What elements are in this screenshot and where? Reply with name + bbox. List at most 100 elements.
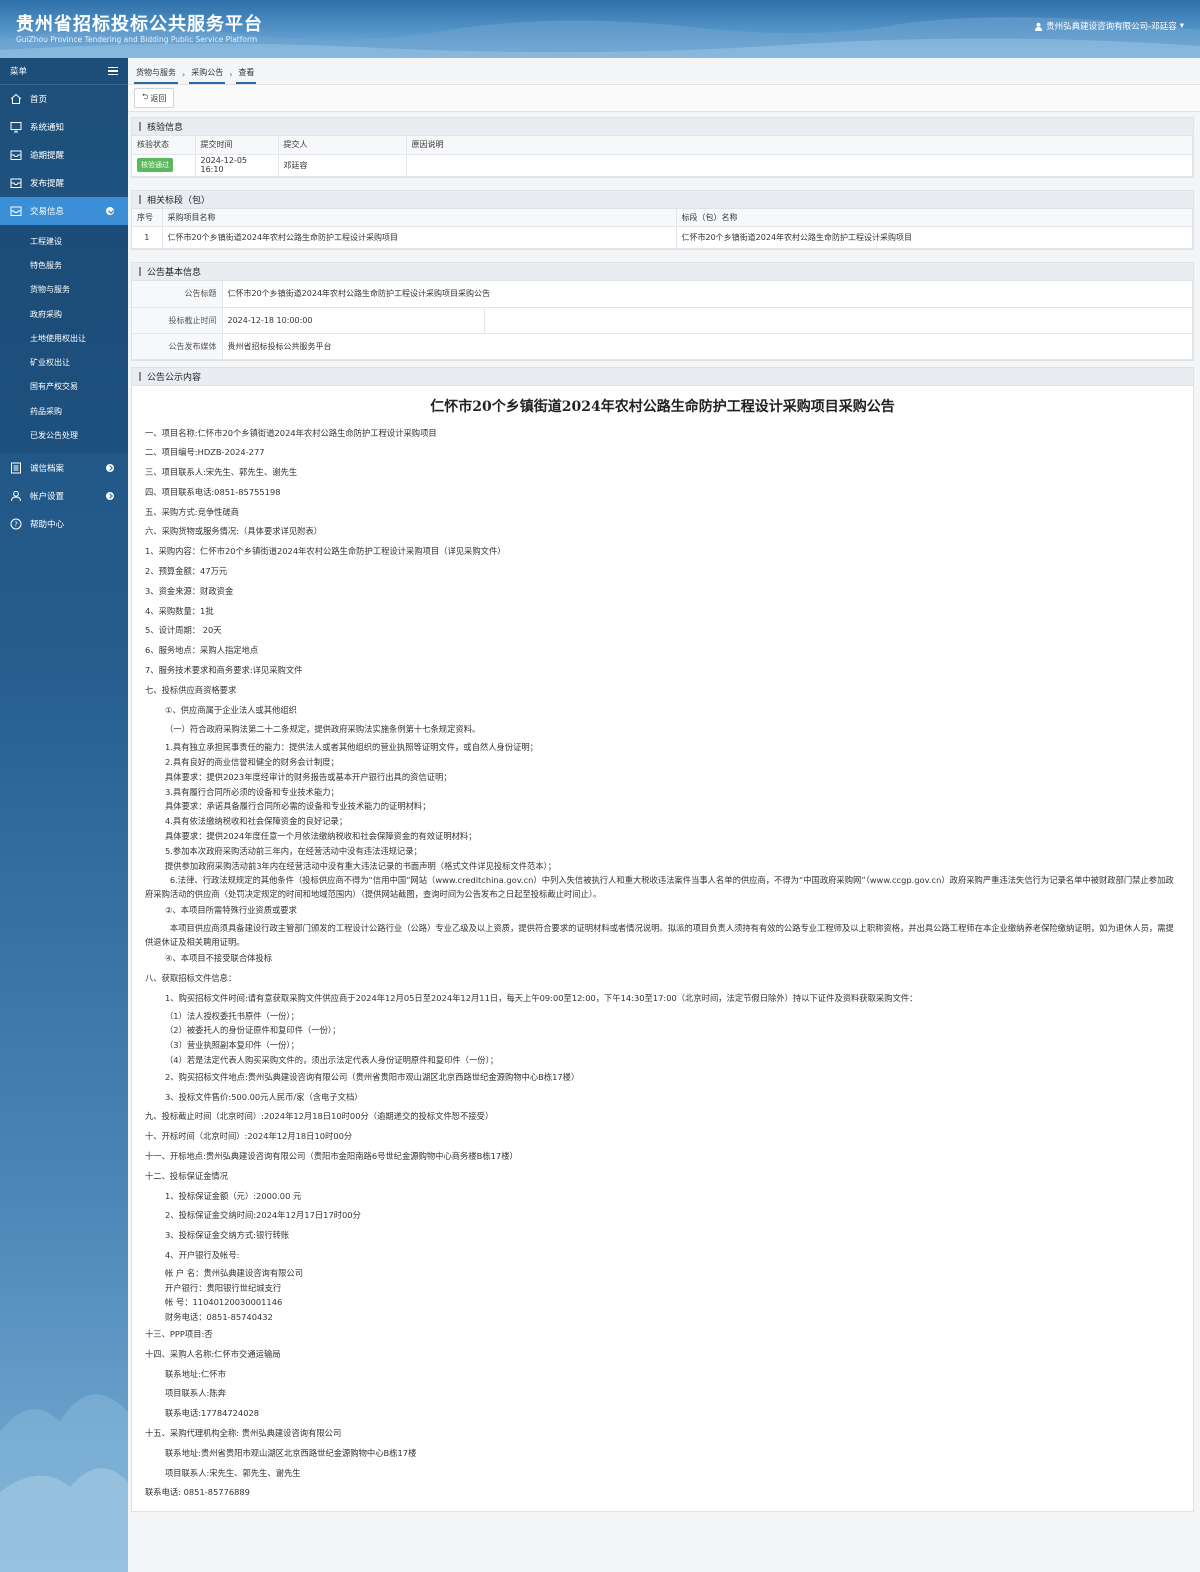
announcement-line: 2、购买招标文件地点:贵州弘典建设咨询有限公司（贵州省贵阳市观山湖区北京西路世纪… <box>165 1071 580 1082</box>
chevron-right-icon <box>106 491 114 500</box>
publish-media: 贵州省招标投标公共服务平台 <box>222 333 1193 360</box>
bid-deadline: 2024-12-18 10:00:00 <box>222 307 485 334</box>
back-button-label: 返回 <box>150 93 167 103</box>
sidebar-item-label: 诚信档案 <box>30 463 65 474</box>
announcement-line: 3、投标文件售价:500.00元人民币/家（含电子文档） <box>165 1091 363 1102</box>
field-label: 公告标题 <box>132 281 223 308</box>
column-header: 标段（包）名称 <box>676 208 1193 227</box>
inbox-icon <box>10 150 22 160</box>
panel-title: 公告公示内容 <box>132 367 1193 386</box>
sections-panel: 相关标段（包） 序号 采购项目名称 标段（包）名称 1 仁怀市20个乡镇街道20… <box>131 189 1194 250</box>
document-title: 仁怀市20个乡镇街道2024年农村公路生命防护工程设计采购项目采购公告 <box>430 398 895 415</box>
breadcrumb-item[interactable]: 采购公告 <box>189 67 226 84</box>
breadcrumb: 货物与服务 › 采购公告 › 查看 <box>128 58 1200 84</box>
announcement-line: 五、采购方式:竞争性磋商 <box>145 506 240 517</box>
empty-cell <box>484 307 1193 334</box>
submenu-item[interactable]: 工程建设 <box>0 229 128 253</box>
announcement-line: 十四、采购人名称:仁怀市交通运输局 <box>145 1348 281 1359</box>
sidebar-item-label: 帮助中心 <box>30 519 65 530</box>
announcement-line: 三、项目联系人:宋先生、郭先生、谢先生 <box>145 467 298 478</box>
announcement-line: （4）若是法定代表人购买采购文件的，须出示法定代表人身份证明原件和复印件（一份）… <box>165 1055 499 1065</box>
submenu-item[interactable]: 矿业权出让 <box>0 350 128 374</box>
announcement-line: 十一、开标地点:贵州弘典建设咨询有限公司（贵阳市金阳南路6号世纪金源购物中心商务… <box>145 1150 518 1161</box>
announcement-line: 3、投标保证金交纳方式:银行转账 <box>165 1230 290 1241</box>
announcement-line: 提供参加政府采购活动前3年内在经营活动中没有重大违法记录的书面声明（格式文件详见… <box>165 860 557 871</box>
announcement-body: 仁怀市20个乡镇街道2024年农村公路生命防护工程设计采购项目采购公告 一、项目… <box>132 386 1193 1512</box>
review-panel: 核验信息 核验状态 提交时间 提交人 原因说明 核验通过 2024-12-05 … <box>131 117 1194 178</box>
submenu-item[interactable]: 国有产权交易 <box>0 375 128 399</box>
announcement-line: 1、投标保证金额（元）:2000.00 元 <box>165 1190 302 1201</box>
sidebar-item-home[interactable]: 首页 <box>0 85 128 113</box>
submenu-trade-info: 工程建设 特色服务 货物与服务 政府采购 土地使用权出让 矿业权出让 国有产权交… <box>0 225 128 454</box>
announcement-line: 1、购买招标文件时间:请有意获取采购文件供应商于2024年12月05日至2024… <box>165 992 918 1003</box>
sidebar-item-overdue[interactable]: 逾期提醒 <box>0 141 128 169</box>
announcement-line: 八、获取招标文件信息： <box>145 973 237 984</box>
inbox-icon <box>10 206 22 216</box>
submenu-item[interactable]: 药品采购 <box>0 399 128 423</box>
announcement-line: 4.具有依法缴纳税收和社会保障资金的良好记录； <box>165 816 348 827</box>
sidebar-item-credit[interactable]: 诚信档案 <box>0 454 128 482</box>
sidebar: 菜单 首页 系统通知 逾期提醒 发布提醒 交易信息 工程建设 特色服务 货物与服… <box>0 58 128 1572</box>
sidebar-item-trade-info[interactable]: 交易信息 <box>0 197 128 225</box>
announcement-line: 开户银行：贵阳银行世纪城支行 <box>165 1282 282 1293</box>
back-button[interactable]: ⮌ 返回 <box>134 88 175 108</box>
breadcrumb-item[interactable]: 货物与服务 <box>134 67 178 84</box>
announcement-line: （3）营业执照副本复印件（一份）； <box>165 1040 299 1051</box>
toolbar: ⮌ 返回 <box>128 84 1200 112</box>
home-icon <box>10 93 22 104</box>
column-header: 原因说明 <box>406 136 1193 155</box>
menu-toggle-icon[interactable] <box>108 67 118 75</box>
announcement-line: 具体要求：承诺具备履行合同所必需的设备和专业技术能力的证明材料； <box>165 801 431 812</box>
announcement-line: 6、服务地点：采购人指定地点 <box>145 645 259 656</box>
project-name: 仁怀市20个乡镇街道2024年农村公路生命防护工程设计采购项目 <box>162 226 677 249</box>
submenu-item[interactable]: 货物与服务 <box>0 278 128 302</box>
announcement-line: ④、本项目不接受联合体投标 <box>165 953 273 964</box>
sidebar-item-label: 发布提醒 <box>30 179 65 189</box>
platform-title: 贵州省招标投标公共服务平台 <box>16 14 263 35</box>
submenu-item[interactable]: 政府采购 <box>0 302 128 326</box>
announcement-line: 二、项目编号:HDZB-2024-277 <box>145 447 265 458</box>
announcement-line: 七、投标供应商资格要求 <box>145 684 237 695</box>
announcement-line: （1）法人授权委托书原件（一份）； <box>165 1010 299 1021</box>
sidebar-item-notice[interactable]: 系统通知 <box>0 113 128 141</box>
user-menu[interactable]: 贵州弘典建设咨询有限公司-邓廷容 ▾ <box>1034 20 1184 32</box>
section-name: 仁怀市20个乡镇街道2024年农村公路生命防护工程设计采购项目 <box>676 226 1193 249</box>
sidebar-item-help[interactable]: ? 帮助中心 <box>0 510 128 538</box>
sidebar-landscape-decoration <box>0 1394 128 1572</box>
announcement-lines: 一、项目名称:仁怀市20个乡镇街道2024年农村公路生命防护工程设计采购项目 二、… <box>145 424 1180 1504</box>
announcement-line: 四、项目联系电话:0851-85755198 <box>145 486 281 497</box>
announcement-line: 5、设计周期： 20天 <box>145 625 222 636</box>
chevron-right-icon <box>106 463 114 472</box>
announcement-content-panel: 公告公示内容 仁怀市20个乡镇街道2024年农村公路生命防护工程设计采购项目采购… <box>131 366 1194 1513</box>
sidebar-item-label: 系统通知 <box>30 123 65 133</box>
user-icon <box>1035 22 1043 31</box>
list-icon <box>11 462 21 474</box>
breadcrumb-separator: › <box>182 70 186 79</box>
submenu-item[interactable]: 土地使用权出让 <box>0 326 128 350</box>
sidebar-item-label: 交易信息 <box>30 207 65 217</box>
back-icon: ⮌ <box>142 92 149 101</box>
announcement-line: 1.具有独立承担民事责任的能力：提供法人或者其他组织的营业执照等证明文件，或自然… <box>165 742 538 753</box>
announcement-line: 帐 号：11040120030001146 <box>165 1297 283 1308</box>
announcement-title: 仁怀市20个乡镇街道2024年农村公路生命防护工程设计采购项目采购公告 <box>222 281 1193 308</box>
reason <box>406 154 1193 177</box>
user-name: 贵州弘典建设咨询有限公司-邓廷容 <box>1046 22 1177 32</box>
announcement-line: 具体要求：提供2023年度经审计的财务报告或基本开户银行出具的资信证明； <box>165 771 452 782</box>
announcement-line: 六、采购货物或服务情况:（具体要求详见附表） <box>145 526 323 537</box>
breadcrumb-separator: › <box>229 70 233 79</box>
sections-table: 序号 采购项目名称 标段（包）名称 1 仁怀市20个乡镇街道2024年农村公路生… <box>132 208 1193 249</box>
announcement-line: 联系地址:贵州省贵阳市观山湖区北京西路世纪金源购物中心B栋17楼 <box>165 1447 417 1458</box>
announcement-line: （一）符合政府采购法第二十二条规定，提供政府采购法实施条例第十七条规定资料。 <box>165 724 481 735</box>
sidebar-item-account[interactable]: 帐户设置 <box>0 482 128 510</box>
column-header: 提交人 <box>278 136 407 155</box>
column-header: 采购项目名称 <box>162 208 677 227</box>
announcement-line: 项目联系人:宋先生、郭先生、谢先生 <box>165 1467 301 1478</box>
sidebar-item-label: 逾期提醒 <box>30 151 65 161</box>
sidebar-item-publish[interactable]: 发布提醒 <box>0 169 128 197</box>
announcement-line: 1、采购内容：仁怀市20个乡镇街道2024年农村公路生命防护工程设计采购项目（详… <box>145 546 506 557</box>
announcement-line: 一、项目名称:仁怀市20个乡镇街道2024年农村公路生命防护工程设计采购项目 <box>145 427 437 438</box>
submenu-item[interactable]: 特色服务 <box>0 253 128 277</box>
sidebar-header: 菜单 <box>0 58 128 85</box>
announcement-line: 帐 户 名：贵州弘典建设咨询有限公司 <box>165 1267 304 1278</box>
submenu-item[interactable]: 已发公告处理 <box>0 423 128 447</box>
